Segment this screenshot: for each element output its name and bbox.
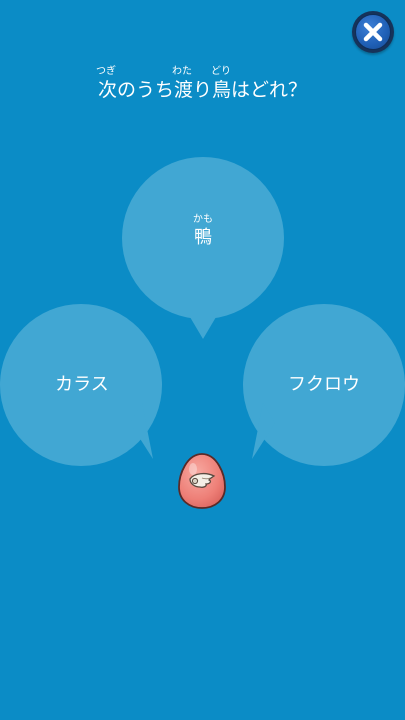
question-area: つぎ わた どり 次のうち渡り鳥はどれ？: [0, 62, 405, 104]
question-text: 次のうち渡り鳥はどれ？: [98, 79, 308, 101]
quiz-screen: つぎ わた どり 次のうち渡り鳥はどれ？ かも 鴨 カラス フクロウ: [0, 0, 405, 720]
choice-label-karasu: カラス: [55, 374, 109, 395]
furigana-tsugi: つぎ: [96, 66, 116, 77]
furigana-dori: どり: [211, 66, 231, 77]
furigana-wata: わた: [172, 66, 192, 77]
close-x-icon: [363, 22, 383, 42]
choice-bubble-karasu[interactable]: カラス: [0, 303, 164, 467]
choice-label-kamo: 鴨: [194, 227, 212, 248]
choice-label-fukurou: フクロウ: [288, 374, 360, 395]
winged-egg-icon: [176, 452, 228, 510]
close-button[interactable]: [352, 11, 394, 53]
choice-furigana-kamo: かも: [193, 214, 213, 225]
choice-bubble-fukurou[interactable]: フクロウ: [243, 303, 405, 467]
